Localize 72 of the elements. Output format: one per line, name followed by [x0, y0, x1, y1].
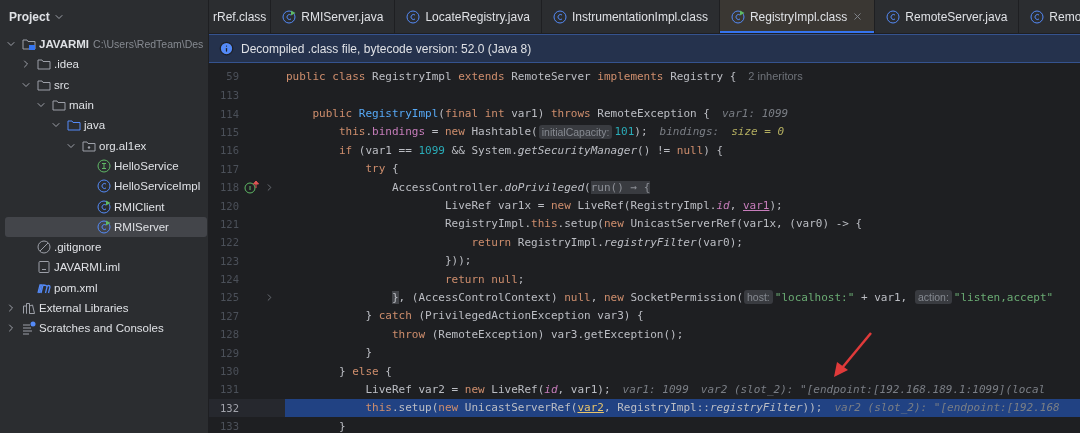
- line-number: 132: [219, 401, 239, 414]
- code-line: if (var1 == 1099 && System.getSecurityManager() != null) {: [337, 142, 725, 159]
- editor-tab[interactable]: LocateRegistry.java: [395, 0, 542, 33]
- code-line: LiveRef var2 = new LiveRef(id, var1); var1: 1099 var2 (slot_2): "[endpoint:[192.168.189.1:1099](local: [364, 381, 1047, 398]
- code-line: public RegistryImpl(final int var1) throws RemoteException { var1: 1099: [311, 106, 790, 123]
- package-folder-icon: [82, 138, 96, 153]
- class-icon: [406, 9, 421, 24]
- tree-item[interactable]: HelloService: [5, 155, 207, 177]
- code-line: try {: [364, 161, 400, 178]
- class-icon: [886, 9, 901, 24]
- code-line: return null;: [443, 271, 526, 288]
- class-icon: [97, 179, 111, 194]
- tree-item[interactable]: HelloServiceImpl: [5, 176, 207, 197]
- code-line: RegistryImpl.this.setup(new UnicastServerRef(var1x, (var0) -> {: [443, 216, 864, 233]
- project-view-header[interactable]: Project: [0, 0, 208, 34]
- folder-icon: [37, 57, 51, 72]
- class-icon: [1030, 9, 1045, 24]
- code-line: AccessController.doPrivileged(run() → {: [390, 179, 652, 196]
- tree-item[interactable]: JAVARMI C:\Users\RedTeam\Des: [5, 34, 207, 55]
- runnable-class-icon: [730, 9, 745, 24]
- code-line: }: [364, 345, 374, 362]
- code-line: LiveRef var1x = new LiveRef(RegistryImpl.id, var1);: [443, 198, 784, 215]
- tree-item[interactable]: main: [5, 94, 207, 116]
- parameter-hint: initialCapacity:: [538, 124, 613, 139]
- code-line: }));: [443, 253, 473, 270]
- editor-tab[interactable]: Remo: [1019, 0, 1080, 33]
- code-line: public class RegistryImpl extends RemoteServer implements Registry { 2 inheritors: [285, 68, 804, 85]
- scratches-icon: [22, 321, 36, 336]
- folder-icon: [52, 98, 66, 113]
- parameter-hint: action:: [914, 290, 952, 305]
- module-folder-icon: [22, 37, 36, 52]
- code-line: throw (RemoteException) var3.getException();: [390, 326, 685, 343]
- tree-item[interactable]: pom.xml: [5, 277, 207, 298]
- tree-item[interactable]: .gitignore: [5, 236, 207, 258]
- runnable-class-icon: [97, 219, 111, 234]
- annotation-arrow: [831, 332, 873, 378]
- folder-icon: [67, 118, 81, 133]
- module-file-icon: [37, 260, 51, 275]
- tree-item[interactable]: java: [5, 115, 207, 136]
- folder-icon: [37, 77, 51, 92]
- editor-tab[interactable]: InstrumentationImpl.class: [541, 0, 720, 33]
- banner-text: Decompiled .class file, bytecode version: 52.0 (Java 8): [241, 41, 532, 56]
- tree-item[interactable]: External Libraries: [5, 297, 207, 319]
- class-icon: [552, 9, 567, 24]
- ignore-file-icon: [37, 240, 51, 255]
- editor-tab[interactable]: RegistryImpl.class: [719, 0, 876, 33]
- tree-item[interactable]: RMIClient: [5, 196, 207, 217]
- tree-item[interactable]: src: [5, 74, 207, 95]
- inheritors-hint: 2 inheritors: [748, 70, 803, 82]
- editor-tab[interactable]: RemoteServer.java: [875, 0, 1020, 33]
- tree-item[interactable]: RMIServer: [5, 216, 207, 237]
- editor-tab[interactable]: RMIServer.java: [271, 0, 396, 33]
- implements-method-icon[interactable]: [244, 180, 260, 195]
- project-path: C:\Users\RedTeam\Des: [93, 38, 204, 51]
- tree-item[interactable]: org.al1ex: [5, 135, 207, 156]
- code-line: }, (AccessControlContext) null, new SocketPermission( host: "localhost:" + var1, action: "listen,accept": [285, 288, 1080, 307]
- tree-item[interactable]: Scratches and Consoles: [5, 318, 207, 339]
- code-line: } else {: [337, 363, 393, 380]
- editor-tab[interactable]: rRef.class: [209, 0, 272, 33]
- close-icon[interactable]: [852, 11, 864, 22]
- tree-item[interactable]: .idea: [5, 54, 207, 75]
- interface-icon: [97, 158, 111, 173]
- code-line: }: [337, 418, 347, 433]
- code-line: return RegistryImpl.registryFilter(var0);: [470, 234, 744, 251]
- parameter-hint: host:: [744, 290, 773, 305]
- runnable-class-icon: [97, 199, 111, 214]
- code-line: } catch (PrivilegedActionException var3) {: [364, 308, 645, 325]
- code-line: this.bindings = new Hashtable( initialCapacity: 101); bindings: size = 0: [337, 123, 786, 141]
- tree-item[interactable]: JAVARMI.iml: [5, 257, 207, 278]
- info-icon: [219, 41, 234, 56]
- library-icon: [22, 301, 36, 315]
- runnable-class-icon: [282, 9, 297, 24]
